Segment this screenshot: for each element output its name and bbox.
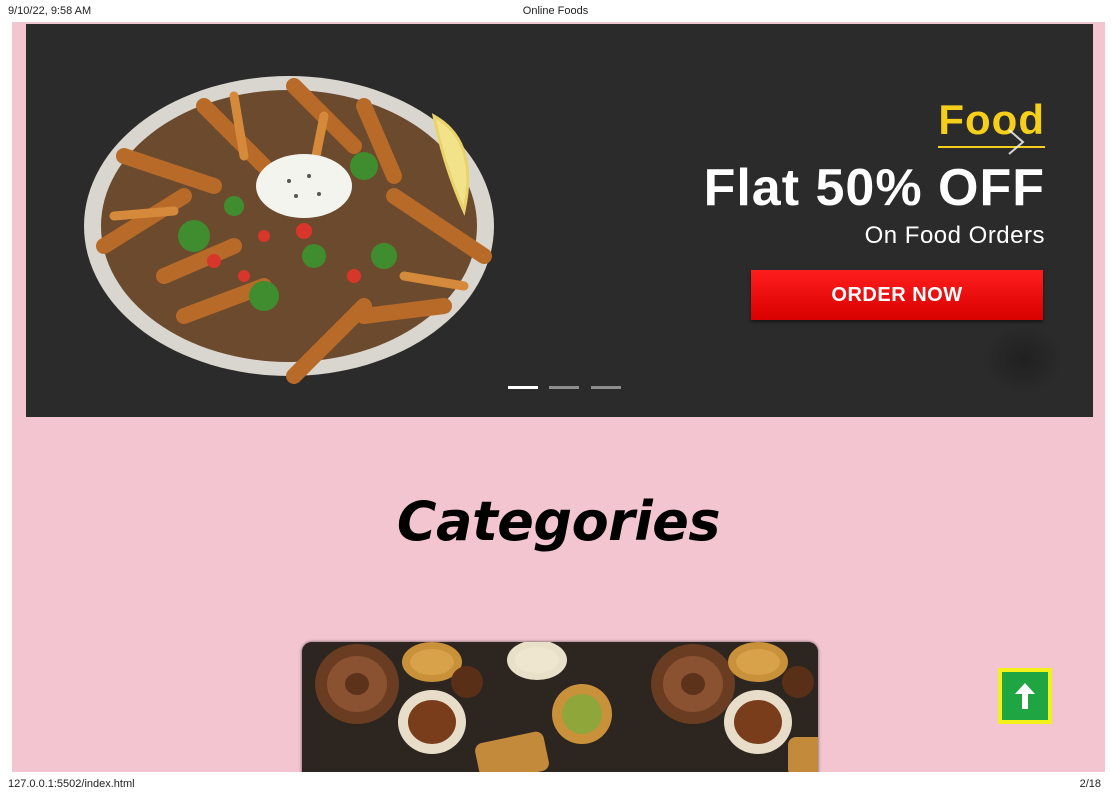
print-page-title: Online Foods [522,5,589,17]
category-card[interactable] [302,642,818,772]
hero-carousel[interactable]: Food Flat 50% OFF On Food Orders ORDER N… [26,24,1093,417]
print-footer: 127.0.0.1:5502/index.html 2/18 [0,772,1111,794]
print-page-number: 2/18 [1079,778,1101,790]
food-plate-image [84,76,494,384]
print-url: 127.0.0.1:5502/index.html [8,778,135,790]
print-header: 9/10/22, 9:58 AM Online Foods [0,0,1111,22]
order-now-button[interactable]: ORDER NOW [751,270,1043,320]
chevron-right-icon[interactable] [1001,126,1029,158]
carousel-indicator[interactable] [508,386,538,389]
carousel-indicator[interactable] [590,386,621,389]
page-body: Food Flat 50% OFF On Food Orders ORDER N… [12,22,1105,772]
categories-heading: Categories [396,490,721,553]
promo-text: Food Flat 50% OFF On Food Orders [525,96,1045,250]
banner-decoration [983,324,1063,394]
category-image [302,642,818,772]
carousel-indicators [508,386,628,392]
back-to-top-button[interactable] [998,668,1052,724]
carousel-indicator[interactable] [549,386,580,389]
promo-subline: On Food Orders [864,222,1045,249]
arrow-up-icon [1015,683,1035,709]
promo-headline: Flat 50% OFF [703,159,1045,217]
promo-kicker: Food [938,96,1045,148]
